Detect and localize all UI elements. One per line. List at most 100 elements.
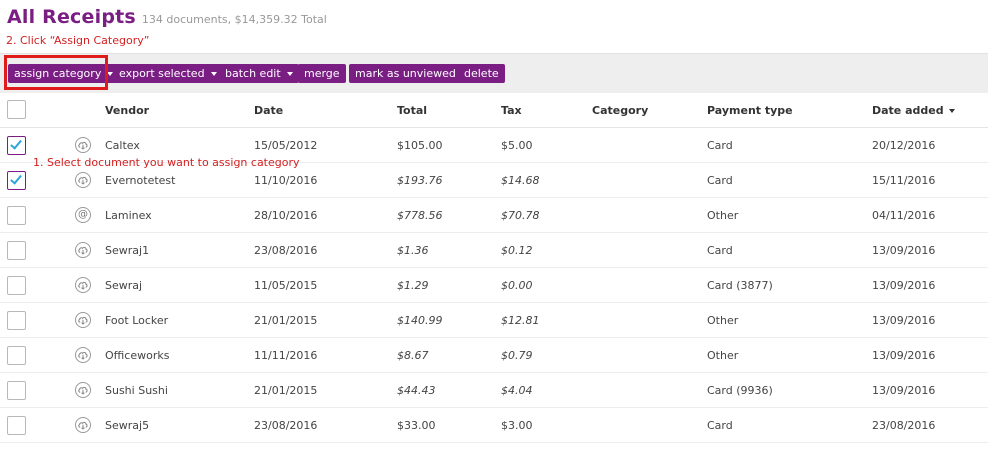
row-checkbox[interactable] (7, 311, 26, 330)
table-header: Vendor Date Total Tax Category Payment t… (0, 93, 988, 128)
page-title: All Receipts (7, 6, 136, 28)
delete-button[interactable]: delete (458, 64, 505, 83)
page-header: All Receipts 134 documents, $14,359.32 T… (7, 6, 327, 28)
toolbar: assign category export selected batch ed… (0, 53, 988, 93)
date-cell: 21/01/2015 (254, 314, 318, 327)
payment-type-cell: Card (3877) (707, 279, 773, 292)
column-header-category[interactable]: Category (592, 104, 648, 117)
row-checkbox[interactable] (7, 136, 26, 155)
payment-type-cell: Card (9936) (707, 384, 773, 397)
column-header-vendor[interactable]: Vendor (105, 104, 149, 117)
checkmark-icon (10, 137, 22, 150)
payment-type-cell: Card (707, 244, 733, 257)
cloud-icon (75, 417, 91, 433)
table-row[interactable]: Sushi Sushi 21/01/2015 $44.43 $4.04 Card (99… (0, 373, 988, 408)
row-checkbox[interactable] (7, 381, 26, 400)
row-checkbox[interactable] (7, 346, 26, 365)
select-all-checkbox[interactable] (7, 100, 26, 119)
date-cell: 21/01/2015 (254, 384, 318, 397)
date-cell: 15/05/2012 (254, 139, 318, 152)
date-added-cell: 23/08/2016 (872, 419, 936, 432)
payment-type-cell: Other (707, 314, 739, 327)
tax-cell: $70.78 (501, 209, 540, 222)
chevron-down-icon (210, 71, 217, 76)
tax-cell: $14.68 (501, 174, 540, 187)
date-added-cell: 20/12/2016 (872, 139, 936, 152)
vendor-cell: Caltex (105, 139, 140, 152)
sort-descending-icon (948, 109, 955, 113)
annotation-highlight-box (4, 55, 108, 90)
row-checkbox[interactable] (7, 241, 26, 260)
vendor-cell: Evernotetest (105, 174, 176, 187)
total-cell: $105.00 (397, 139, 443, 152)
export-selected-label: export selected (119, 67, 205, 80)
annotation-step-2: 2. Click “Assign Category” (6, 34, 150, 47)
table-row[interactable]: Sewraj1 23/08/2016 $1.36 $0.12 Card 13/09/201… (0, 233, 988, 268)
date-added-label: Date added (872, 104, 944, 117)
tax-cell: $0.12 (501, 244, 533, 257)
column-header-total[interactable]: Total (397, 104, 427, 117)
payment-type-cell: Other (707, 209, 739, 222)
cloud-icon (75, 172, 91, 188)
vendor-cell: Foot Locker (105, 314, 169, 327)
batch-edit-button[interactable]: batch edit (219, 64, 299, 83)
tax-cell: $12.81 (501, 314, 540, 327)
total-cell: $44.43 (397, 384, 436, 397)
table-row[interactable]: Officeworks 11/11/2016 $8.67 $0.79 Other 13/0… (0, 338, 988, 373)
column-header-payment-type[interactable]: Payment type (707, 104, 793, 117)
export-selected-button[interactable]: export selected (113, 64, 223, 83)
row-checkbox[interactable] (7, 206, 26, 225)
date-cell: 11/10/2016 (254, 174, 318, 187)
total-cell: $1.36 (397, 244, 429, 257)
mark-as-unviewed-button[interactable]: mark as unviewed (349, 64, 462, 83)
vendor-cell: Officeworks (105, 349, 170, 362)
batch-edit-label: batch edit (225, 67, 281, 80)
total-cell: $8.67 (397, 349, 429, 362)
column-header-date-added[interactable]: Date added (872, 104, 955, 117)
total-cell: $33.00 (397, 419, 436, 432)
date-added-cell: 13/09/2016 (872, 279, 936, 292)
table-row[interactable]: @ Laminex 28/10/2016 $778.56 $70.78 Other 04/1… (0, 198, 988, 233)
date-cell: 11/05/2015 (254, 279, 318, 292)
table-row[interactable]: Sewraj5 23/08/2016 $33.00 $3.00 Card 23/08/20… (0, 408, 988, 443)
cloud-icon (75, 382, 91, 398)
merge-button[interactable]: merge (298, 64, 346, 83)
total-cell: $193.76 (397, 174, 443, 187)
cloud-icon (75, 137, 91, 153)
vendor-cell: Sewraj5 (105, 419, 150, 432)
tax-cell: $5.00 (501, 139, 533, 152)
date-added-cell: 13/09/2016 (872, 314, 936, 327)
total-cell: $140.99 (397, 314, 443, 327)
cloud-icon (75, 312, 91, 328)
tax-cell: $0.00 (501, 279, 533, 292)
table-row[interactable]: Sewraj 11/05/2015 $1.29 $0.00 Card (3877) 13/… (0, 268, 988, 303)
payment-type-cell: Card (707, 174, 733, 187)
row-checkbox[interactable] (7, 416, 26, 435)
total-cell: $778.56 (397, 209, 443, 222)
vendor-cell: Sewraj1 (105, 244, 150, 257)
column-header-date[interactable]: Date (254, 104, 283, 117)
date-cell: 23/08/2016 (254, 419, 318, 432)
annotation-step-1: 1. Select document you want to assign ca… (33, 156, 300, 169)
date-added-cell: 04/11/2016 (872, 209, 936, 222)
payment-type-cell: Card (707, 419, 733, 432)
cloud-icon (75, 277, 91, 293)
cloud-icon (75, 242, 91, 258)
chevron-down-icon (286, 71, 293, 76)
row-checkbox[interactable] (7, 171, 26, 190)
table-row[interactable]: Foot Locker 21/01/2015 $140.99 $12.81 Other 1… (0, 303, 988, 338)
column-header-tax[interactable]: Tax (501, 104, 522, 117)
payment-type-cell: Card (707, 139, 733, 152)
payment-type-cell: Other (707, 349, 739, 362)
vendor-cell: Sushi Sushi (105, 384, 168, 397)
date-cell: 28/10/2016 (254, 209, 318, 222)
date-added-cell: 15/11/2016 (872, 174, 936, 187)
date-added-cell: 13/09/2016 (872, 244, 936, 257)
cloud-icon (75, 347, 91, 363)
row-checkbox[interactable] (7, 276, 26, 295)
total-cell: $1.29 (397, 279, 429, 292)
page-summary: 134 documents, $14,359.32 Total (141, 13, 327, 26)
checkmark-icon (10, 172, 22, 185)
vendor-cell: Sewraj (105, 279, 143, 292)
vendor-cell: Laminex (105, 209, 152, 222)
